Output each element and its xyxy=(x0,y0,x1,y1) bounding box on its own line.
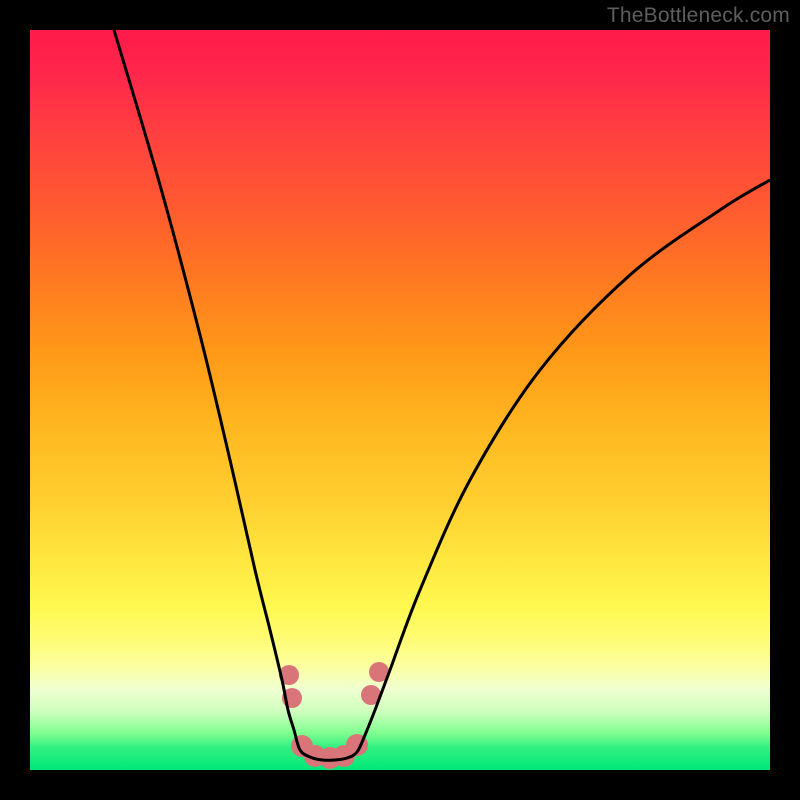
watermark-text: TheBottleneck.com xyxy=(607,4,790,28)
plot-area xyxy=(30,30,770,770)
chart-frame: TheBottleneck.com xyxy=(0,0,800,800)
bottleneck-curve xyxy=(114,30,770,760)
bottleneck-curve-svg xyxy=(30,30,770,770)
